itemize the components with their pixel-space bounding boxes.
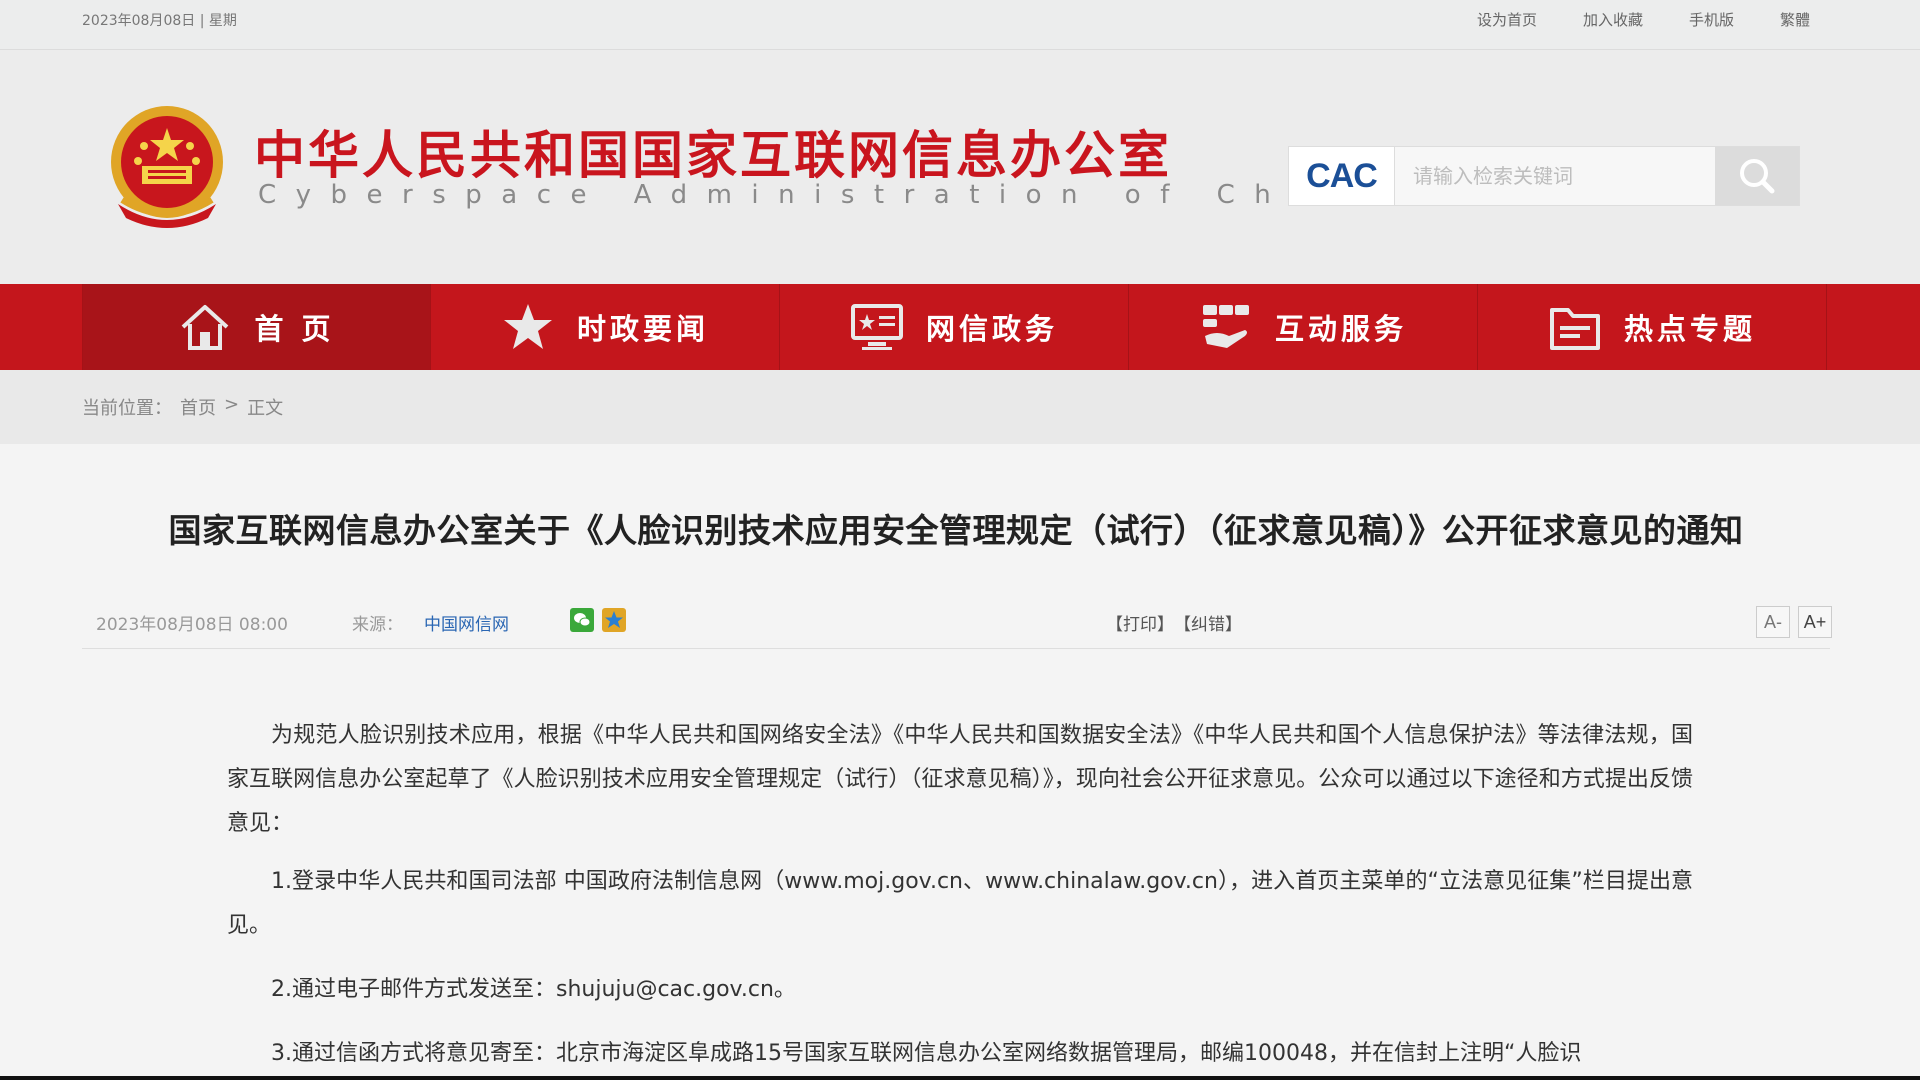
- add-favorite-link[interactable]: 加入收藏: [1583, 9, 1643, 30]
- breadcrumb-separator: >: [224, 394, 240, 415]
- nav-label: 网信政务: [925, 312, 1058, 346]
- publish-time: 2023年08月08日 08:00: [96, 615, 288, 635]
- article-title: 国家互联网信息办公室关于《人脸识别技术应用安全管理规定（试行）（征求意见稿）》公…: [168, 511, 1744, 550]
- print-link[interactable]: 【打印】: [1106, 610, 1174, 635]
- national-emblem-icon[interactable]: [108, 106, 226, 230]
- qzone-share-icon[interactable]: [602, 608, 626, 632]
- article-body: 为规范人脸识别技术应用，根据《中华人民共和国网络安全法》《中华人民共和国数据安全…: [227, 714, 1693, 1080]
- report-error-link[interactable]: 【纠错】: [1174, 610, 1242, 635]
- folder-icon: [1548, 302, 1602, 352]
- article: 国家互联网信息办公室关于《人脸识别技术应用安全管理规定（试行）（征求意见稿）》公…: [82, 444, 1832, 1080]
- font-size-controls: A- A+: [1756, 606, 1832, 638]
- nav-item-topics[interactable]: 热点专题: [1478, 284, 1827, 370]
- nav-item-home[interactable]: 首 页: [82, 284, 431, 370]
- nav-item-news[interactable]: 时政要闻: [431, 284, 780, 370]
- breadcrumb-label: 当前位置：: [82, 398, 172, 419]
- source-label: 来源：: [352, 615, 403, 635]
- article-paragraph: 为规范人脸识别技术应用，根据《中华人民共和国网络安全法》《中华人民共和国数据安全…: [227, 723, 1693, 836]
- monitor-icon: [850, 302, 904, 352]
- star-icon: [501, 302, 555, 352]
- font-increase-button[interactable]: A+: [1798, 606, 1832, 638]
- site-title[interactable]: 中华人民共和国国家互联网信息办公室: [254, 114, 1172, 188]
- meta-divider: [82, 648, 1830, 649]
- search-icon: [1740, 159, 1775, 194]
- home-icon: [178, 302, 232, 352]
- breadcrumb-current: 正文: [247, 398, 284, 419]
- breadcrumb: 当前位置： 首页 > 正文: [0, 370, 1920, 444]
- breadcrumb-home-link[interactable]: 首页: [180, 394, 216, 420]
- nav-item-affairs[interactable]: 网信政务: [780, 284, 1129, 370]
- cac-logo: CAC: [1289, 147, 1395, 205]
- source-link[interactable]: 中国网信网: [424, 610, 509, 635]
- nav-label: 互动服务: [1274, 312, 1407, 346]
- article-paragraph: 3.通过信函方式将意见寄至：北京市海淀区阜成路15号国家互联网信息办公室网络数据…: [271, 1041, 1582, 1066]
- cac-logo-text: CAC: [1306, 156, 1378, 195]
- site-subtitle-en: Cyberspace Administration of China: [258, 180, 1389, 210]
- site-header: 中华人民共和国国家互联网信息办公室 Cyberspace Administrat…: [0, 50, 1920, 284]
- bottom-edge: [0, 1076, 1920, 1080]
- nav-item-service[interactable]: 互动服务: [1129, 284, 1478, 370]
- nav-label: 首 页: [254, 312, 335, 346]
- article-paragraph: 1.登录中华人民共和国司法部 中国政府法制信息网（www.moj.gov.cn、…: [227, 869, 1693, 938]
- article-meta: 2023年08月08日 08:00 来源： 中国网信网 【打印】 【纠错】 A-…: [96, 606, 1832, 638]
- handshake-icon: [1199, 302, 1253, 352]
- top-links: 设为首页 加入收藏 手机版 繁體: [1477, 9, 1810, 30]
- current-date: 2023年08月08日 | 星期: [82, 13, 237, 29]
- main-nav: 首 页 时政要闻 网信政务 互动服务 热点专题: [0, 284, 1920, 370]
- traditional-chinese-link[interactable]: 繁體: [1780, 9, 1810, 30]
- mobile-version-link[interactable]: 手机版: [1689, 9, 1734, 30]
- article-paragraph: 2.通过电子邮件方式发送至：shujuju@cac.gov.cn。: [271, 977, 796, 1002]
- search-button[interactable]: [1715, 147, 1799, 205]
- search-input[interactable]: [1397, 147, 1715, 205]
- nav-label: 时政要闻: [576, 312, 709, 346]
- font-decrease-button[interactable]: A-: [1756, 606, 1790, 638]
- search-box: CAC: [1288, 146, 1800, 206]
- wechat-share-icon[interactable]: [570, 608, 594, 632]
- share-buttons: [570, 608, 626, 632]
- nav-label: 热点专题: [1623, 312, 1756, 346]
- print-actions: 【打印】 【纠错】: [1106, 610, 1242, 635]
- set-homepage-link[interactable]: 设为首页: [1477, 9, 1537, 30]
- top-bar: 2023年08月08日 | 星期 设为首页 加入收藏 手机版 繁體: [0, 0, 1920, 50]
